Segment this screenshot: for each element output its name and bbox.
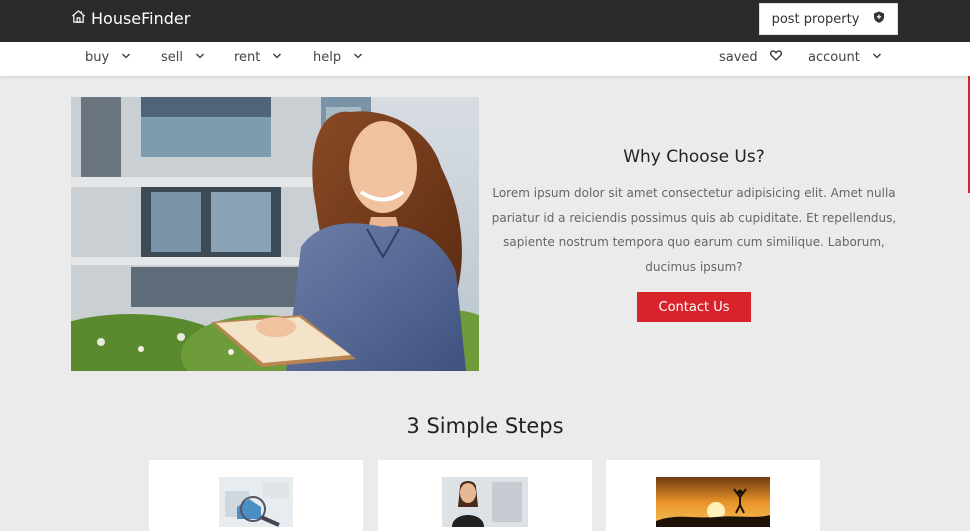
shield-icon [873, 11, 885, 27]
nav-item-sell[interactable]: sell [161, 50, 205, 65]
step-image-search [219, 477, 293, 527]
why-choose-us-title: Why Choose Us? [623, 147, 765, 167]
nav-item-label: help [313, 50, 342, 65]
nav-item-label: saved [719, 50, 758, 65]
post-property-label: post property [771, 11, 860, 27]
nav-item-label: buy [85, 50, 110, 65]
nav-item-label: rent [234, 50, 261, 65]
step-card [606, 460, 820, 531]
house-icon [71, 9, 86, 28]
brand-logo[interactable]: HouseFinder [71, 9, 190, 28]
nav-item-rent[interactable]: rent [234, 50, 282, 65]
chevron-down-icon [872, 50, 882, 65]
chevron-down-icon [195, 50, 205, 65]
nav-bar: buy sell rent help saved account [0, 42, 970, 76]
nav-item-label: sell [161, 50, 183, 65]
steps-title: 3 Simple Steps [406, 414, 564, 438]
step-image-agent [442, 477, 528, 527]
nav-item-saved[interactable]: saved [719, 50, 782, 65]
top-bar: HouseFinder post property [0, 0, 970, 42]
chevron-down-icon [121, 50, 131, 65]
post-property-button[interactable]: post property [759, 3, 898, 35]
why-choose-us-section: Why Choose Us? Lorem ipsum dolor sit ame… [485, 147, 903, 279]
chevron-down-icon [272, 50, 282, 65]
heart-icon [769, 50, 782, 65]
step-card [378, 460, 592, 531]
nav-item-buy[interactable]: buy [85, 50, 131, 65]
step-card [149, 460, 363, 531]
chevron-down-icon [353, 50, 363, 65]
hero-photo [71, 97, 479, 371]
nav-item-help[interactable]: help [313, 50, 363, 65]
nav-item-label: account [808, 50, 860, 65]
step-image-celebrate [656, 477, 770, 527]
brand-name: HouseFinder [91, 9, 191, 28]
nav-item-account[interactable]: account [808, 50, 882, 65]
contact-us-button[interactable]: Contact Us [637, 292, 751, 322]
why-choose-us-text: Lorem ipsum dolor sit amet consectetur a… [491, 186, 897, 274]
